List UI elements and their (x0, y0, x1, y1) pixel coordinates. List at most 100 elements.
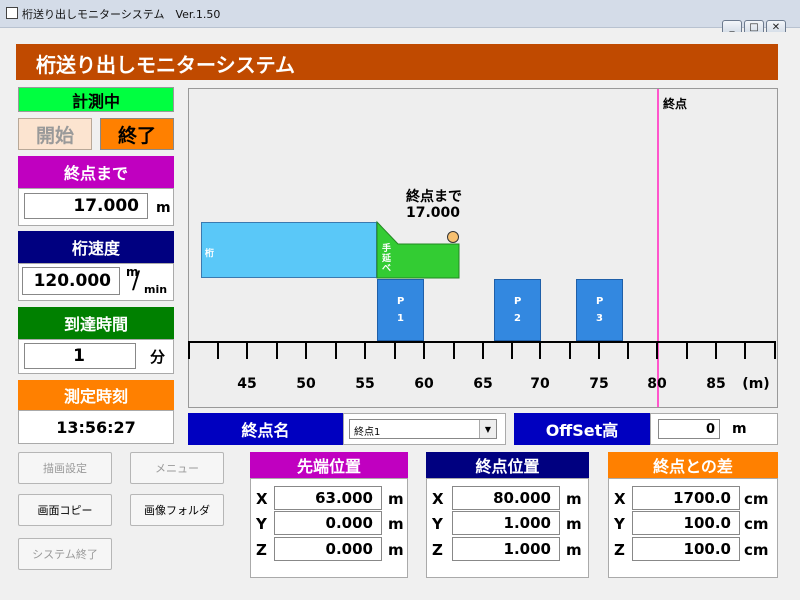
diff-y-unit: cm (744, 515, 769, 533)
canvas-remaining-value: 17.000 (406, 205, 461, 221)
diff-z-axis: Z (614, 541, 625, 559)
remaining-unit: m (156, 200, 171, 216)
menu-button[interactable]: メニュー (130, 452, 224, 484)
end-z-axis: Z (432, 541, 443, 559)
offset-label: OffSet高 (514, 413, 650, 445)
measured-time-value: 13:56:27 (18, 410, 174, 444)
diff-title: 終点との差 (608, 452, 778, 478)
axis-tick-label: 70 (530, 376, 550, 392)
tip-y-unit: m (388, 515, 404, 533)
speed-unit-bottom: min (144, 283, 168, 296)
end-position-title: 終点位置 (426, 452, 589, 478)
axis-tick (598, 343, 600, 359)
diff-y-value: 100.0 (632, 511, 740, 535)
pier-3 (576, 279, 623, 341)
offset-input[interactable]: 0 (658, 419, 720, 439)
canvas-remaining-label: 終点まで (406, 189, 462, 205)
endpoint-select-value: 終点1 (354, 427, 381, 438)
arrival-unit: 分 (150, 348, 166, 366)
axis-tick (188, 343, 190, 359)
axis-tick (217, 343, 219, 359)
axis-tick (715, 343, 717, 359)
diff-x-value: 1700.0 (632, 486, 740, 510)
endpoint-select[interactable]: 終点1 ▼ (349, 419, 497, 439)
axis-tick (656, 343, 658, 359)
nose-label: 手延べ (382, 244, 392, 274)
axis-tick (744, 343, 746, 359)
diff-z-unit: cm (744, 541, 769, 559)
endpoint-line (657, 89, 659, 407)
system-exit-button[interactable]: システム終了 (18, 538, 112, 570)
axis-tick-label: 75 (589, 376, 609, 392)
tip-x-unit: m (388, 490, 404, 508)
axis-tick (246, 343, 248, 359)
pier-2 (494, 279, 541, 341)
end-x-axis: X (432, 490, 444, 508)
pier-3-label-bottom: 3 (596, 313, 603, 324)
axis-tick (335, 343, 337, 359)
tip-y-axis: Y (256, 515, 267, 533)
remaining-value: 17.000 (24, 193, 148, 219)
tip-position-title: 先端位置 (250, 452, 408, 478)
arrival-value: 1 (24, 343, 136, 369)
header-title: 桁送り出しモニターシステム (36, 53, 295, 77)
chevron-down-icon[interactable]: ▼ (479, 420, 496, 438)
axis-tick (276, 343, 278, 359)
end-y-axis: Y (432, 515, 443, 533)
axis-tick-label: 80 (647, 376, 667, 392)
pier-2-label-bottom: 2 (514, 313, 521, 324)
axis-tick (774, 343, 776, 359)
end-button[interactable]: 終了 (100, 118, 174, 150)
pier-2-label-top: P (514, 296, 522, 307)
endpoint-name-label: 終点名 (188, 413, 343, 445)
tip-z-unit: m (388, 541, 404, 559)
tip-x-value: 63.000 (274, 486, 382, 510)
measured-time-label: 測定時刻 (18, 380, 174, 410)
axis-tick (511, 343, 513, 359)
end-x-unit: m (566, 490, 582, 508)
axis-tick-label: 45 (237, 376, 257, 392)
header-banner: 桁送り出しモニターシステム (16, 44, 778, 80)
window-title: 桁送り出しモニターシステム Ver.1.50 (22, 8, 221, 21)
diff-z-value: 100.0 (632, 537, 740, 561)
end-x-value: 80.000 (452, 486, 560, 510)
speed-label: 桁速度 (18, 231, 174, 263)
axis-tick (305, 343, 307, 359)
end-y-unit: m (566, 515, 582, 533)
axis-tick (686, 343, 688, 359)
tip-x-axis: X (256, 490, 268, 508)
tip-z-value: 0.000 (274, 537, 382, 561)
axis-tick (364, 343, 366, 359)
axis-tick-label: 55 (355, 376, 375, 392)
pier-1-label-top: P (397, 296, 405, 307)
draw-settings-button[interactable]: 描画設定 (18, 452, 112, 484)
screen-copy-button[interactable]: 画面コピー (18, 494, 112, 526)
title-bar: 桁送り出しモニターシステム Ver.1.50 (0, 0, 800, 28)
girder-label: 桁 (205, 249, 215, 259)
speed-value: 120.000 (22, 267, 120, 295)
end-z-value: 1.000 (452, 537, 560, 561)
start-button[interactable]: 開始 (18, 118, 92, 150)
axis-tick (423, 343, 425, 359)
speed-unit-slash: / (132, 266, 141, 294)
axis-tick (569, 343, 571, 359)
axis-tick (482, 343, 484, 359)
axis-tick-label: 85 (706, 376, 726, 392)
pier-3-label-top: P (596, 296, 604, 307)
axis-tick-label: 50 (296, 376, 316, 392)
arrival-label: 到達時間 (18, 307, 174, 339)
diff-x-axis: X (614, 490, 626, 508)
axis-tick (453, 343, 455, 359)
tip-marker (447, 231, 459, 243)
offset-unit: m (732, 421, 747, 437)
axis-tick-label: 65 (473, 376, 493, 392)
tip-z-axis: Z (256, 541, 267, 559)
axis-tick-label: 60 (414, 376, 434, 392)
remaining-label: 終点まで (18, 156, 174, 188)
image-folder-button[interactable]: 画像フォルダ (130, 494, 224, 526)
tip-y-value: 0.000 (274, 511, 382, 535)
axis-tick (394, 343, 396, 359)
axis-tick (627, 343, 629, 359)
app-icon (6, 7, 18, 19)
diff-x-unit: cm (744, 490, 769, 508)
